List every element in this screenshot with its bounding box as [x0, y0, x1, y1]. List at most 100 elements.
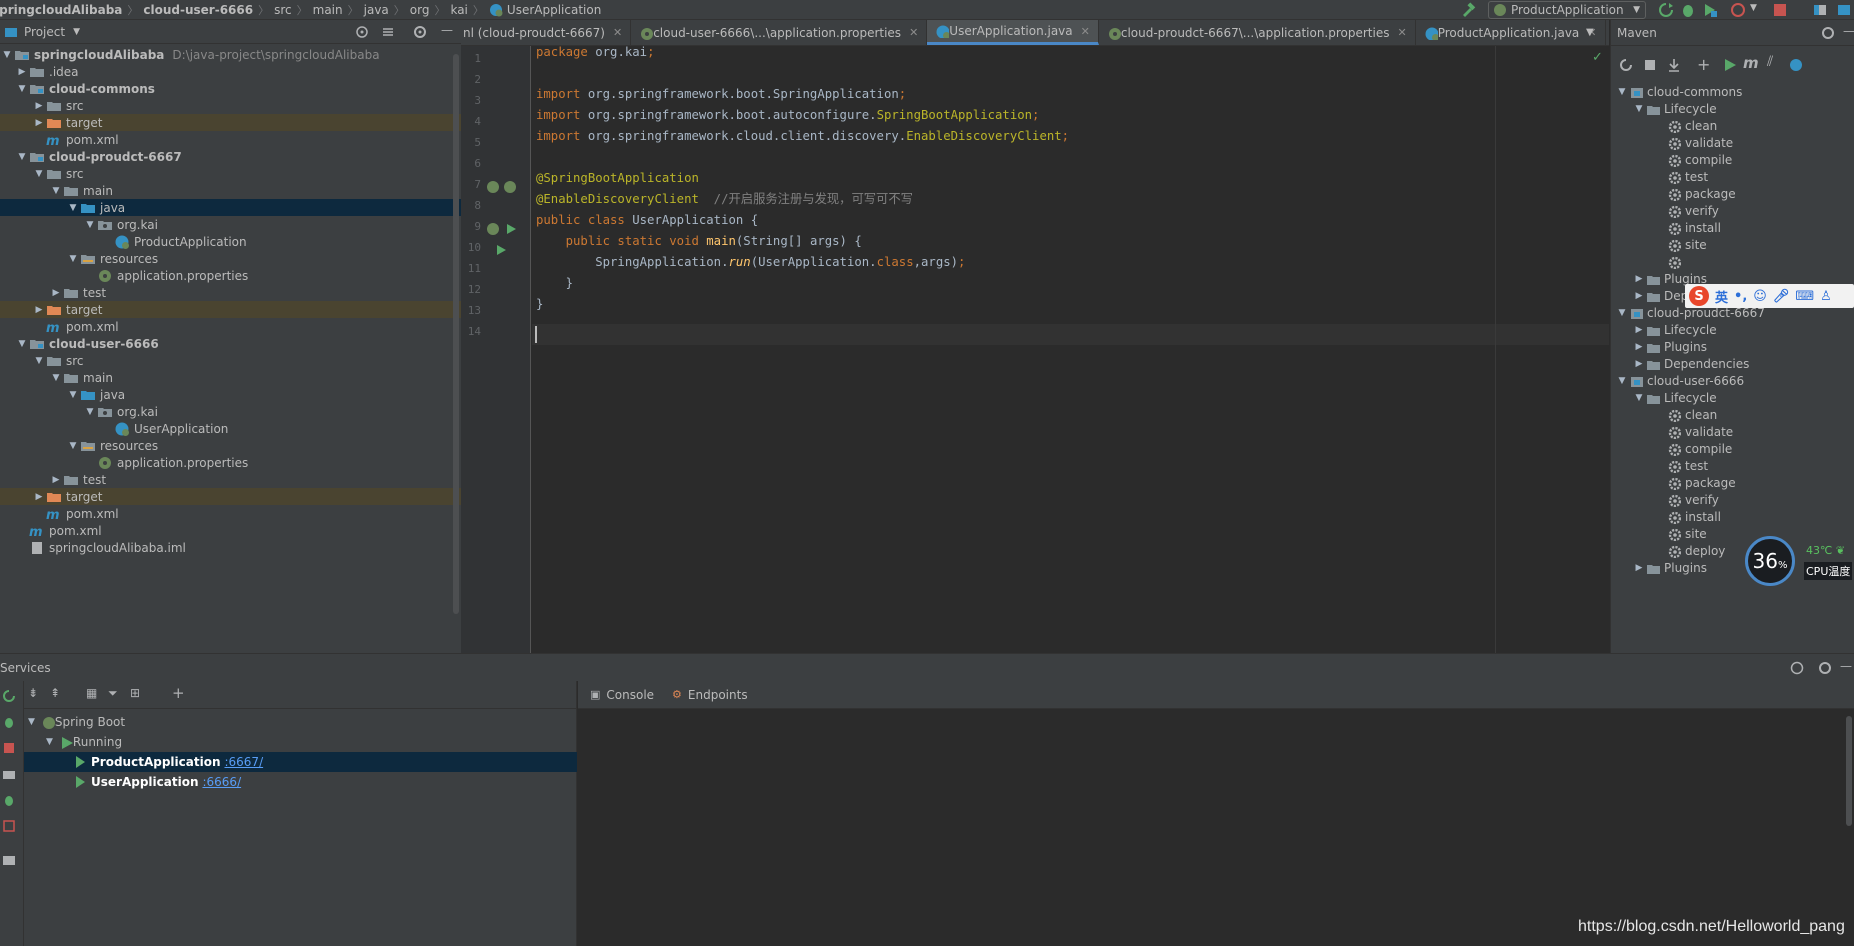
maven-tree-item[interactable]: deploy	[1649, 542, 1725, 559]
breadcrumb-src[interactable]: src	[274, 3, 292, 17]
project-tree-item[interactable]: ▼ java	[0, 386, 461, 403]
project-tree-item[interactable]: ▼ cloud-user-6666	[0, 335, 461, 352]
project-tree-item[interactable]: ▼ resources	[0, 250, 461, 267]
camera-icon[interactable]	[2, 767, 16, 781]
add-icon[interactable]: +	[1697, 55, 1710, 74]
breadcrumb-org[interactable]: org	[410, 3, 430, 17]
maven-tree-item[interactable]: clean	[1649, 117, 1717, 134]
project-tree-item[interactable]: ▶ target	[0, 301, 461, 318]
breadcrumb-main[interactable]: main	[313, 3, 343, 17]
execute-goal-icon[interactable]: m	[1743, 54, 1759, 72]
run-gutter-icon[interactable]	[505, 223, 517, 235]
maven-tree-item[interactable]: ▼ cloud-commons	[1615, 83, 1743, 100]
breadcrumb-project[interactable]: springcloudAlibaba	[0, 3, 122, 17]
expanded-arrow-icon[interactable]: ▼	[15, 152, 29, 162]
project-scrollbar[interactable]	[453, 54, 459, 614]
project-tree-item[interactable]: ▶ src	[0, 97, 461, 114]
user-icon[interactable]: ♙	[1820, 289, 1832, 304]
maven-tree-item[interactable]: ▶ Plugins	[1632, 559, 1707, 576]
toggle-offline-icon[interactable]: ⫽	[1767, 54, 1773, 70]
expanded-arrow-icon[interactable]: ▼	[1632, 393, 1646, 403]
collapsed-arrow-icon[interactable]: ▶	[49, 288, 63, 298]
debug-icon[interactable]	[2, 793, 16, 807]
collapsed-arrow-icon[interactable]: ▶	[32, 305, 46, 315]
expanded-arrow-icon[interactable]: ▼	[1632, 104, 1646, 114]
collapsed-arrow-icon[interactable]: ▶	[32, 118, 46, 128]
maven-tree-item[interactable]: site	[1649, 236, 1707, 253]
collapsed-arrow-icon[interactable]: ▶	[1632, 274, 1646, 284]
collapsed-arrow-icon[interactable]: ▶	[49, 475, 63, 485]
project-tree-item[interactable]: springcloudAlibaba.iml	[0, 539, 461, 556]
gear-icon[interactable]	[1821, 26, 1835, 40]
coverage-icon[interactable]	[1702, 2, 1718, 18]
maven-tree-item[interactable]: package	[1649, 474, 1736, 491]
expanded-arrow-icon[interactable]: ▼	[28, 717, 35, 727]
project-tree-item[interactable]: ▶ test	[0, 471, 461, 488]
expanded-arrow-icon[interactable]: ▼	[1615, 308, 1629, 318]
project-tree-item[interactable]: ▶ target	[0, 488, 461, 505]
expanded-arrow-icon[interactable]: ▼	[15, 339, 29, 349]
tabs-overflow-icon[interactable]: ▼	[1586, 27, 1594, 38]
stop-icon[interactable]	[2, 741, 16, 755]
keyboard-icon[interactable]: ⌨	[1795, 289, 1814, 304]
project-tree-item[interactable]: ▼ cloud-commons	[0, 80, 461, 97]
breadcrumb-file[interactable]: UserApplication	[507, 3, 601, 17]
layout-icon[interactable]	[1836, 2, 1852, 18]
locate-icon[interactable]	[355, 25, 369, 39]
collapsed-arrow-icon[interactable]: ▶	[1632, 359, 1646, 369]
ime-toolbar[interactable]: S 英 •, ☺ 🎤︎ ⌨ ♙	[1685, 284, 1854, 308]
minimize-icon[interactable]: —	[1843, 24, 1854, 38]
microphone-icon[interactable]: 🎤︎	[1773, 289, 1790, 304]
close-icon[interactable]: ✕	[909, 26, 918, 39]
breadcrumb-kai[interactable]: kai	[450, 3, 467, 17]
project-tree-item[interactable]: ▶ .idea	[0, 63, 461, 80]
maven-tree-item[interactable]: ▼ Lifecycle	[1632, 100, 1717, 117]
project-tree-item[interactable]: ▼ src	[0, 165, 461, 182]
collapsed-arrow-icon[interactable]: ▶	[32, 101, 46, 111]
expanded-arrow-icon[interactable]: ▼	[83, 407, 97, 417]
stop-icon[interactable]	[1772, 2, 1788, 18]
project-panel-title[interactable]: Project	[24, 25, 65, 39]
collapsed-arrow-icon[interactable]: ▶	[32, 492, 46, 502]
maven-tree-item[interactable]: install	[1649, 219, 1721, 236]
collapse-all-icon[interactable]: ⇞	[50, 686, 60, 700]
chevron-down-icon[interactable]: ▼	[73, 27, 80, 37]
debug-icon[interactable]	[1680, 2, 1696, 18]
console-output[interactable]	[578, 709, 1854, 946]
expanded-arrow-icon[interactable]: ▼	[46, 737, 53, 747]
project-tree-item[interactable]: ▶ target	[0, 114, 461, 131]
maven-tree-item[interactable]: compile	[1649, 151, 1732, 168]
project-tree-item[interactable]: ▼ main	[0, 182, 461, 199]
maven-tree-item[interactable]: validate	[1649, 134, 1733, 151]
editor-tab[interactable]: ProductApplication.java ✕	[1416, 20, 1606, 45]
expanded-arrow-icon[interactable]: ▼	[49, 186, 63, 196]
expanded-arrow-icon[interactable]: ▼	[15, 84, 29, 94]
editor-tab[interactable]: cloud-user-6666\...\application.properti…	[631, 20, 928, 45]
service-item[interactable]: UserApplication:6666/	[24, 772, 577, 792]
project-tree-item[interactable]: ▼ org.kai	[0, 403, 461, 420]
expanded-arrow-icon[interactable]: ▼	[1615, 87, 1629, 97]
collapsed-arrow-icon[interactable]: ▶	[1632, 291, 1646, 301]
collapsed-arrow-icon[interactable]: ▶	[1632, 563, 1646, 573]
project-tree-item[interactable]: application.properties	[0, 267, 461, 284]
maven-tree-item[interactable]: validate	[1649, 423, 1733, 440]
run-gutter-icon[interactable]	[495, 244, 507, 256]
tab-console[interactable]: ▣ Console	[590, 688, 654, 702]
breadcrumb-module[interactable]: cloud-user-6666	[143, 3, 253, 17]
project-tree-item[interactable]: application.properties	[0, 454, 461, 471]
collapse-all-icon[interactable]	[381, 25, 395, 39]
editor-tab[interactable]: cloud-proudct-6667\...\application.prope…	[1099, 20, 1416, 45]
project-tree-item[interactable]: ▼ main	[0, 369, 461, 386]
minimize-icon[interactable]: —	[441, 23, 453, 37]
service-port-link[interactable]: :6667/	[224, 755, 263, 769]
debug-icon[interactable]	[2, 715, 16, 729]
collapsed-arrow-icon[interactable]: ▶	[1632, 342, 1646, 352]
collapsed-arrow-icon[interactable]: ▶	[15, 67, 29, 77]
project-tree-item[interactable]: ▼ java	[0, 199, 461, 216]
expanded-arrow-icon[interactable]: ▼	[0, 50, 14, 60]
close-icon[interactable]: ✕	[1397, 26, 1406, 39]
project-tree-item[interactable]: ProductApplication	[0, 233, 461, 250]
minimize-icon[interactable]: —	[1840, 659, 1852, 673]
maven-tree-item[interactable]	[1649, 253, 1685, 270]
collapsed-arrow-icon[interactable]: ▶	[1632, 325, 1646, 335]
